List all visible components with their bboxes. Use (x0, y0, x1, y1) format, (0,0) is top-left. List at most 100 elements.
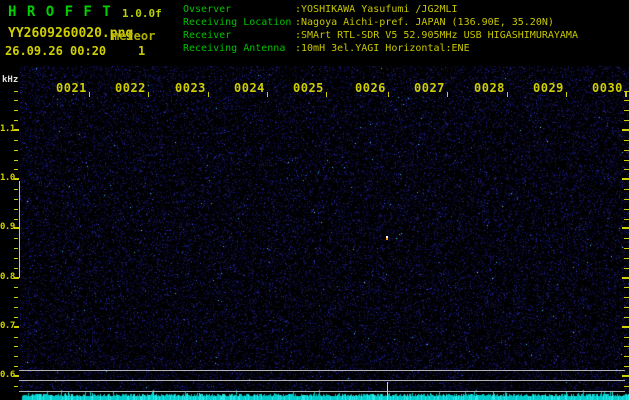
y-axis-major-tick (14, 325, 19, 328)
x-axis-tick-mark (507, 92, 508, 97)
y-axis-minor-tick (14, 336, 18, 338)
x-axis-time-label: 0026 (355, 81, 386, 95)
y-axis-right-major-tick (622, 227, 629, 230)
y-axis-minor-tick (14, 90, 18, 92)
x-axis-time-label: 0030 (592, 81, 623, 95)
x-axis-tick-mark (447, 92, 448, 97)
x-axis-tick-mark (148, 92, 149, 97)
y-axis-tick-label: 0.8 (0, 271, 15, 282)
y-axis-right-minor-tick (624, 120, 629, 122)
y-axis-tick-label: 0.7 (0, 320, 15, 331)
y-axis-right-minor-tick (624, 316, 629, 318)
x-axis-edge-tick (626, 92, 627, 97)
meteor-count: 1 (138, 44, 146, 58)
x-axis-tick-mark (326, 92, 327, 97)
y-axis-right-minor-tick (624, 208, 629, 210)
x-axis-time-label: 0027 (414, 81, 445, 95)
x-axis-time-label: 0021 (56, 81, 87, 95)
y-axis-right-minor-tick (624, 257, 629, 259)
y-axis-minor-tick (14, 208, 18, 210)
y-axis-minor-tick (14, 110, 18, 112)
y-axis-right-minor-tick (624, 385, 629, 387)
y-axis-minor-tick (14, 287, 18, 289)
y-axis-minor-tick (14, 100, 18, 102)
y-axis-minor-tick (14, 346, 18, 348)
y-axis-major-tick (14, 276, 19, 279)
y-axis-right-major-tick (622, 375, 629, 377)
x-axis-tick-mark (267, 92, 268, 97)
y-axis-minor-tick (14, 169, 18, 171)
y-axis-right-minor-tick (624, 139, 629, 141)
observer-label: Ovserver (183, 4, 232, 15)
y-axis-minor-tick (14, 267, 18, 269)
x-axis-time-label: 0028 (474, 81, 505, 95)
y-axis-right-minor-tick (624, 169, 629, 171)
y-axis-tick-label: 1.1 (0, 124, 15, 134)
x-axis-tick-mark (89, 92, 90, 97)
y-axis-right-minor-tick (624, 248, 629, 250)
y-axis-minor-tick (14, 356, 18, 358)
y-axis-right-minor-tick (624, 366, 629, 368)
x-axis-tick-mark (208, 92, 209, 97)
y-axis-major-tick (14, 227, 19, 230)
x-axis-time-label: 0025 (293, 81, 324, 95)
reference-line-upper (19, 370, 625, 371)
y-axis-right-minor-tick (624, 218, 629, 220)
hrofft-window: H R O F F T 1.0.0f YY2609260020.png mete… (0, 0, 629, 400)
y-axis-right-major-tick (622, 325, 629, 328)
y-axis-minor-tick (14, 218, 18, 220)
y-axis-right-minor-tick (624, 356, 629, 358)
meteor-echo-dot-tail (386, 238, 388, 240)
y-axis-minor-tick (14, 248, 18, 250)
app-version: 1.0.0f (122, 7, 162, 20)
y-axis-minor-tick (14, 189, 18, 191)
x-axis-time-label: 0029 (533, 81, 564, 95)
y-axis-right-minor-tick (624, 287, 629, 289)
y-axis-major-tick (14, 375, 19, 377)
frequency-unit-label: kHz (2, 75, 19, 85)
left-scale-bar (19, 181, 20, 278)
y-axis-tick-label: 0.6 (0, 370, 15, 380)
receiver-value: :SMArt RTL-SDR V5 52.905MHz USB HIGASHIM… (295, 30, 578, 41)
y-axis-minor-tick (14, 159, 18, 161)
receiver-row: Receiver :SMArt RTL-SDR V5 52.905MHz USB … (183, 29, 578, 42)
y-axis-right-major-tick (622, 178, 629, 181)
meteor-event-marker (387, 382, 388, 400)
y-axis-minor-tick (14, 297, 18, 299)
y-axis-right-minor-tick (624, 297, 629, 299)
y-axis-minor-tick (14, 120, 18, 122)
x-axis-time-label: 0024 (234, 81, 265, 95)
location-value: :Nagoya Aichi-pref. JAPAN (136.90E, 35.2… (295, 17, 554, 28)
x-axis-tick-mark (566, 92, 567, 97)
y-axis-minor-tick (14, 149, 18, 151)
y-axis-tick-label: 1.0 (0, 173, 15, 184)
y-axis-right-minor-tick (624, 307, 629, 309)
spectrogram-noise-canvas (20, 66, 629, 400)
antenna-value: :10mH 3el.YAGI Horizontal:ENE (295, 43, 470, 54)
location-label: Receiving Location (183, 17, 292, 28)
antenna-row: Receiving Antenna :10mH 3el.YAGI Horizont… (183, 42, 578, 55)
reference-line-lower (19, 391, 625, 392)
x-axis-time-label: 0023 (175, 81, 206, 95)
y-axis-minor-tick (14, 198, 18, 200)
y-axis-minor-tick (14, 238, 18, 240)
y-axis-right-minor-tick (624, 110, 629, 112)
y-axis-minor-tick (14, 307, 18, 309)
y-axis-right-minor-tick (624, 336, 629, 338)
y-axis-minor-tick (14, 257, 18, 259)
y-axis-right-minor-tick (624, 198, 629, 200)
location-row: Receiving Location:Nagoya Aichi-pref. JA… (183, 16, 578, 29)
observer-value: :YOSHIKAWA Yasufumi /JG2MLI (295, 4, 458, 15)
y-axis-right-minor-tick (624, 100, 629, 102)
y-axis-right-minor-tick (624, 238, 629, 240)
y-axis-right-major-tick (622, 276, 629, 279)
y-axis-major-tick (14, 178, 19, 181)
y-axis-minor-tick (14, 139, 18, 141)
y-axis-right-minor-tick (624, 159, 629, 161)
observation-info: Ovserver :YOSHIKAWA Yasufumi /JG2MLI Rece… (183, 3, 578, 55)
antenna-label: Receiving Antenna (183, 43, 286, 54)
y-axis-right-minor-tick (624, 346, 629, 348)
y-axis-right-major-tick (622, 129, 629, 131)
receiver-label: Receiver (183, 30, 232, 41)
observer-row: Ovserver :YOSHIKAWA Yasufumi /JG2MLI (183, 3, 578, 16)
